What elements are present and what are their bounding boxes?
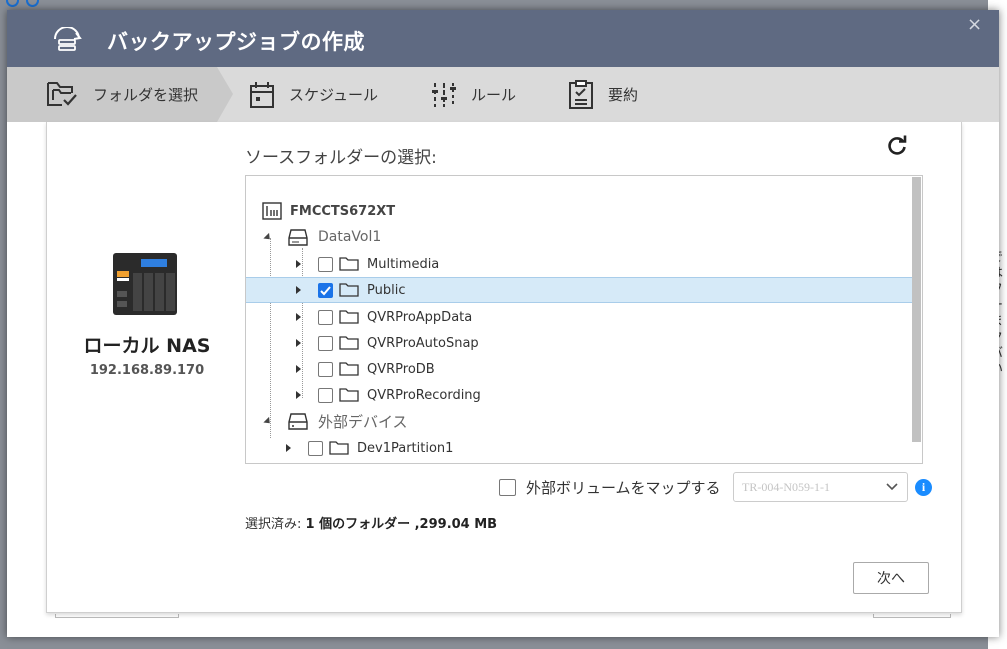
collapsed-arrow-icon[interactable] [296,391,301,399]
collapsed-arrow-icon[interactable] [296,260,301,268]
drive-icon [288,413,308,430]
sliders-icon [432,82,456,107]
folder-label: QVRProRecording [367,387,481,403]
wizard-steps: フォルダを選択 スケジュール ルール 要約 [7,67,999,122]
folder-label: Dev1Partition1 [357,440,454,456]
source-panel: ローカル NAS 192.168.89.170 ソースフォルダーの選択: FMC… [46,122,962,613]
expanded-arrow-icon[interactable] [263,232,273,242]
step-summary[interactable]: 要約 [568,67,638,122]
summary-value: 1 個のフォルダー ,299.04 MB [305,517,498,532]
underlying-button-edge [873,614,951,618]
folder-icon [339,283,359,297]
underlying-button-edge [55,614,179,618]
summary-prefix: 選択済み: [245,517,306,532]
close-icon[interactable]: × [967,14,982,35]
calendar-icon [250,81,274,108]
dialog-title: バックアップジョブの作成 [107,30,365,54]
nas-device-icon [113,253,177,315]
collapsed-arrow-icon[interactable] [296,313,301,321]
step-label: 要約 [608,86,639,104]
folder-icon [339,257,359,271]
collapsed-arrow-icon[interactable] [296,365,301,373]
folder-checkbox[interactable] [318,256,333,272]
nas-ip: 192.168.89.170 [89,363,205,378]
collapsed-arrow-icon[interactable] [286,444,291,452]
external-device-label: 外部デバイス [318,412,408,431]
step-select-folder[interactable]: フォルダを選択 [45,67,198,122]
expanded-arrow-icon[interactable] [263,416,273,426]
selection-summary: 選択済み: 1 個のフォルダー ,299.04 MB [245,513,497,532]
dialog-header: バックアップジョブの作成 × [7,10,999,67]
folder-row[interactable]: QVRProAppData [296,304,472,330]
folder-row[interactable]: Multimedia [296,251,439,277]
tree-external-device[interactable]: 外部デバイス [263,408,408,434]
folder-select-icon [47,81,77,106]
clipboard-icon [569,79,593,109]
source-folder-label: ソースフォルダーの選択: [245,148,437,168]
tree-volume[interactable]: DataVol1 [263,224,382,250]
step-schedule[interactable]: スケジュール [249,67,378,122]
collapsed-arrow-icon[interactable] [296,286,301,294]
map-volume-checkbox[interactable] [499,479,516,496]
step-label: フォルダを選択 [93,86,199,104]
folder-label: QVRProDB [367,361,435,377]
folder-icon [339,388,359,402]
create-backup-job-dialog: バックアップジョブの作成 × フォルダを選択 スケジュール ルール 要約 ローカ… [7,10,999,637]
collapsed-arrow-icon[interactable] [296,339,301,347]
folder-icon [339,362,359,376]
tree-scrollbar[interactable] [912,177,921,442]
folder-label: Public [367,282,406,298]
external-volume-select[interactable]: TR-004-N059-1-1 [733,472,908,502]
folder-row[interactable]: QVRProRecording [296,382,481,408]
nas-name: ローカル NAS [83,335,211,357]
folder-checkbox-checked[interactable] [318,282,333,298]
folder-checkbox[interactable] [318,387,333,403]
chevron-down-icon [886,483,898,491]
server-icon [262,202,282,220]
folder-row-selected[interactable]: Public [246,277,912,303]
folder-icon [339,336,359,350]
step-label: スケジュール [289,86,378,104]
folder-checkbox[interactable] [318,361,333,377]
folder-icon [329,441,349,455]
checkmark-icon [320,285,331,295]
folder-checkbox[interactable] [318,335,333,351]
folder-label: QVRProAutoSnap [367,335,479,351]
folder-checkbox[interactable] [318,309,333,325]
info-icon[interactable]: i [915,479,932,496]
folder-checkbox[interactable] [308,440,323,456]
tree-root[interactable]: FMCCTS672XT [262,198,395,224]
folder-row[interactable]: QVRProAutoSnap [296,330,479,356]
folder-icon [339,310,359,324]
folder-label: Multimedia [367,256,440,272]
map-external-volume[interactable]: 外部ボリュームをマップする [499,477,721,498]
refresh-icon[interactable] [885,134,909,158]
tree-root-label: FMCCTS672XT [290,203,396,219]
select-value: TR-004-N059-1-1 [742,480,830,494]
drive-icon [288,229,308,246]
folder-label: QVRProAppData [367,309,473,325]
map-volume-label: 外部ボリュームをマップする [526,479,721,497]
volume-label: DataVol1 [318,229,382,245]
step-rules[interactable]: ルール [431,67,516,122]
folder-tree[interactable]: FMCCTS672XT DataVol1 Multimedia Public Q… [245,175,923,464]
step-label: ルール [471,86,517,104]
folder-row[interactable]: Dev1Partition1 [286,435,453,461]
folder-row[interactable]: QVRProDB [296,356,435,382]
backup-logo-icon [54,27,82,51]
next-button[interactable]: 次へ [853,562,929,594]
